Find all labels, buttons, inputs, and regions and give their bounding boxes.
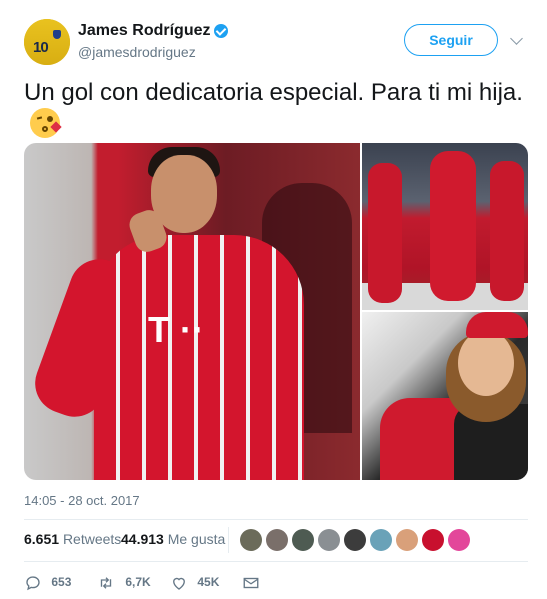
media-photo-bottom-right[interactable] <box>362 312 528 480</box>
avatar[interactable]: 10 <box>24 19 70 65</box>
media-grid: T ·· <box>24 143 528 480</box>
liker-avatar[interactable] <box>240 529 262 551</box>
liker-avatar[interactable] <box>370 529 392 551</box>
retweet-button[interactable]: 6,7K <box>96 572 151 592</box>
retweets-count: 6.651 <box>24 531 60 547</box>
liker-avatar[interactable] <box>344 529 366 551</box>
reply-button[interactable]: 653 <box>24 572 71 592</box>
tweet-text: Un gol con dedicatoria especial. Para ti… <box>24 78 524 140</box>
heart-icon <box>173 577 185 590</box>
display-name[interactable]: James Rodríguez <box>78 22 210 40</box>
retweet-icon <box>100 577 112 589</box>
liker-avatar[interactable] <box>318 529 340 551</box>
stats-divider <box>228 527 229 553</box>
reply-icon <box>26 576 40 591</box>
direct-message-button[interactable] <box>242 572 260 592</box>
retweets-label: Retweets <box>62 531 122 547</box>
chevron-down-icon[interactable] <box>510 32 523 45</box>
media-photo-top-right[interactable] <box>362 143 528 310</box>
avatar-number: 10 <box>33 39 49 56</box>
crest-icon <box>53 30 61 39</box>
tweet-timestamp[interactable]: 14:05 - 28 oct. 2017 <box>24 493 140 508</box>
follow-button[interactable]: Seguir <box>404 24 498 56</box>
liker-avatar[interactable] <box>422 529 444 551</box>
retweet-count: 6,7K <box>125 575 151 589</box>
like-count: 45K <box>197 575 220 589</box>
liker-avatar[interactable] <box>396 529 418 551</box>
media-photo-main[interactable]: T ·· <box>24 143 360 480</box>
verified-badge-icon <box>214 24 228 38</box>
divider <box>24 519 528 520</box>
like-button[interactable]: 45K <box>170 572 219 592</box>
likes-label: Me gusta <box>167 531 226 547</box>
liker-avatar[interactable] <box>448 529 470 551</box>
user-handle[interactable]: @jamesdrodriguez <box>78 44 196 60</box>
liker-avatar[interactable] <box>266 529 288 551</box>
divider <box>24 561 528 562</box>
retweets-stat[interactable]: 6.651 Retweets <box>24 531 121 547</box>
likes-stat[interactable]: 44.913 Me gusta <box>121 531 225 547</box>
reply-count: 653 <box>51 575 72 589</box>
liker-avatar[interactable] <box>292 529 314 551</box>
envelope-icon <box>243 577 259 589</box>
likes-count: 44.913 <box>121 531 164 547</box>
face-blowing-kiss-icon <box>30 108 62 138</box>
tweet-text-content: Un gol con dedicatoria especial. Para ti… <box>24 79 523 106</box>
